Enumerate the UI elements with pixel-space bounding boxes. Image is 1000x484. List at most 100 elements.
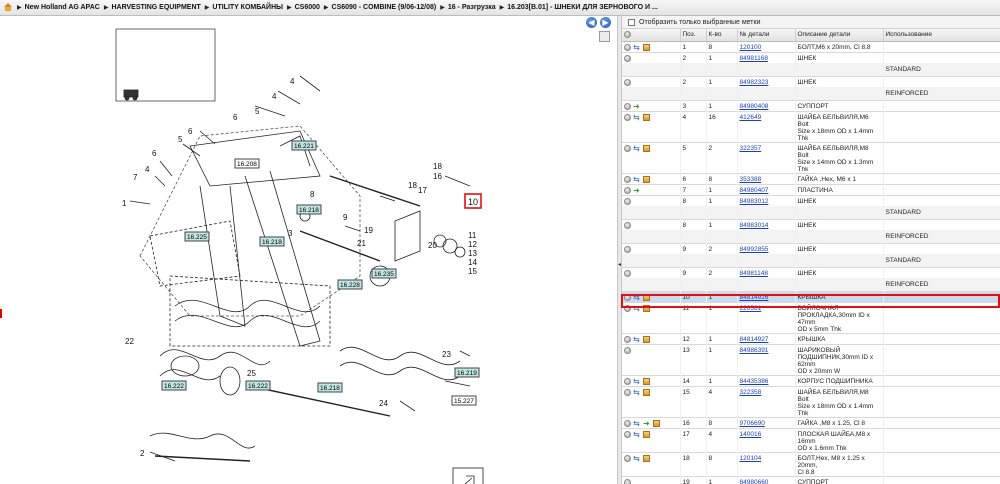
table-row[interactable]: ⇆ 18 8 120104 БОЛТ,Hex, M8 x 1.25 x 20mm, Cl …	[622, 451, 1000, 476]
table-row[interactable]: ➜ 3 1 84980408 СУППОРТ	[622, 99, 1000, 111]
part-number-link[interactable]: 84814927	[740, 336, 769, 343]
part-number-link[interactable]: 84980408	[740, 103, 769, 110]
info-icon[interactable]	[624, 377, 631, 385]
forward-arrow-icon[interactable]: ➜	[643, 419, 651, 427]
part-number-link[interactable]: 353388	[740, 176, 762, 183]
breadcrumb-item[interactable]: New Holland AG APAC	[25, 4, 100, 11]
part-number-link[interactable]: 84983014	[740, 222, 769, 229]
part-number-link[interactable]: 322357	[740, 145, 762, 152]
info-icon[interactable]	[624, 478, 631, 484]
info-icon[interactable]	[624, 454, 631, 462]
col-usage[interactable]: Использование	[883, 29, 1000, 42]
part-number-link[interactable]: 140016	[740, 431, 762, 438]
add-to-cart-icon[interactable]	[643, 454, 650, 462]
info-icon[interactable]	[624, 388, 631, 396]
replace-arrows-icon[interactable]: ⇆	[633, 113, 641, 121]
col-desc[interactable]: Описание детали	[795, 29, 884, 42]
table-row[interactable]: ⇆ 17 4 140016 ПЛОСКАЯ ШАЙБА,M8 x 16mm OD x 1.…	[622, 427, 1000, 452]
part-number-link[interactable]: 322358	[740, 389, 762, 396]
add-to-cart-icon[interactable]	[643, 43, 650, 51]
table-row[interactable]: 13 1 84986391 ШАРИКОВЫЙ ПОДШИПНИК,30mm ID x …	[622, 343, 1000, 375]
table-row[interactable]: ⇆ 5 2 322357 ШАЙБА БЕЛЬВИЛЯ,M8 Bolt Size x 14…	[622, 141, 1000, 173]
add-to-cart-icon[interactable]	[643, 293, 650, 301]
replace-arrows-icon[interactable]: ⇆	[633, 175, 641, 183]
add-to-cart-icon[interactable]	[643, 175, 650, 183]
table-row[interactable]: ➜ 7 1 84980407 ПЛАСТИНА	[622, 183, 1000, 195]
part-number-link[interactable]: 220561	[740, 305, 762, 312]
info-icon[interactable]	[624, 221, 631, 229]
add-to-cart-icon[interactable]	[643, 377, 650, 385]
info-icon[interactable]	[624, 43, 631, 51]
part-number-link[interactable]: 84982323	[740, 79, 769, 86]
add-to-cart-icon[interactable]	[643, 304, 650, 312]
part-number-link[interactable]: 84981168	[740, 55, 768, 62]
info-icon[interactable]	[624, 335, 631, 343]
col-pos[interactable]: Поз.	[680, 29, 707, 42]
table-row[interactable]: 8 1 84983014 ШНЕК	[622, 218, 1000, 230]
table-row[interactable]: 2 1 84981168 ШНЕК	[622, 51, 1000, 63]
replace-arrows-icon[interactable]: ⇆	[633, 335, 641, 343]
part-number-link[interactable]: 84980660	[740, 479, 769, 484]
info-icon[interactable]	[624, 54, 631, 62]
table-row[interactable]: 9 2 84992855 ШНЕК	[622, 242, 1000, 254]
info-icon[interactable]	[624, 144, 631, 152]
table-row[interactable]: ⇆ 4 16 412649 ШАЙБА БЕЛЬВИЛЯ,M6 Bolt Size x 1…	[622, 110, 1000, 142]
info-icon[interactable]	[624, 245, 631, 253]
add-to-cart-icon[interactable]	[643, 335, 650, 343]
table-row[interactable]: 2 1 84982323 ШНЕК	[622, 75, 1000, 87]
replace-arrows-icon[interactable]: ⇆	[633, 419, 641, 427]
replace-arrows-icon[interactable]: ⇆	[633, 293, 641, 301]
table-row[interactable]: ⇆ 10 1 84814926 КРЫШКА	[622, 290, 1000, 302]
replace-arrows-icon[interactable]: ⇆	[633, 144, 641, 152]
info-icon[interactable]	[624, 293, 631, 301]
part-number-link[interactable]: 120100	[740, 44, 762, 51]
table-row[interactable]: 8 1 84983012 ШНЕК	[622, 194, 1000, 206]
forward-arrow-icon[interactable]: ➜	[633, 186, 641, 194]
table-row[interactable]: ⇆ ➜ 16 8 9706690 ГАЙКА ,M8 x 1.25, Cl 8	[622, 416, 1000, 428]
part-number-link[interactable]: 120104	[740, 455, 762, 462]
show-selected-checkbox[interactable]	[628, 18, 635, 26]
add-to-cart-icon[interactable]	[653, 419, 660, 427]
part-number-link[interactable]: 84435386	[740, 378, 769, 385]
info-icon[interactable]	[624, 186, 631, 194]
replace-arrows-icon[interactable]: ⇆	[633, 377, 641, 385]
info-icon[interactable]	[624, 304, 631, 312]
add-to-cart-icon[interactable]	[643, 388, 650, 396]
part-number-link[interactable]: 84814926	[740, 294, 769, 301]
col-qty[interactable]: К-во	[706, 29, 738, 42]
part-number-link[interactable]: 84992855	[740, 246, 769, 253]
replace-arrows-icon[interactable]: ⇆	[633, 304, 641, 312]
info-icon[interactable]	[624, 430, 631, 438]
table-row[interactable]: ⇆ 11 1 220561 ВОЙЛОЧНАЯ ПРОКЛАДКА,30mm ID x 4…	[622, 301, 1000, 333]
part-number-link[interactable]: 9706690	[740, 420, 765, 427]
settings-icon[interactable]	[624, 31, 631, 39]
breadcrumb-item[interactable]: UTILITY КОМБАЙНЫ	[212, 4, 283, 11]
part-number-link[interactable]: 412649	[740, 114, 762, 121]
table-row[interactable]: 9 2 84981148 ШНЕК	[622, 266, 1000, 278]
info-icon[interactable]	[624, 419, 631, 427]
part-number-link[interactable]: 84983012	[740, 198, 769, 205]
col-part-no[interactable]: № детали	[737, 29, 796, 42]
add-to-cart-icon[interactable]	[643, 430, 650, 438]
info-icon[interactable]	[624, 197, 631, 205]
table-row[interactable]: ⇆ 15 4 322358 ШАЙБА БЕЛЬВИЛЯ,M8 Bolt Size x 1…	[622, 385, 1000, 417]
table-row[interactable]: 19 1 84980660 СУППОРТ	[622, 475, 1000, 484]
replace-arrows-icon[interactable]: ⇆	[633, 430, 641, 438]
breadcrumb-item[interactable]: HARVESTING EQUIPMENT	[111, 4, 200, 11]
breadcrumb-item[interactable]: CS6000	[295, 4, 320, 11]
info-icon[interactable]	[624, 102, 631, 110]
home-icon[interactable]	[3, 3, 13, 12]
breadcrumb-item[interactable]: 16.203[B.01] - ШНЕКИ ДЛЯ ЗЕРНОВОГО И ...	[507, 4, 658, 11]
add-to-cart-icon[interactable]	[643, 113, 650, 121]
breadcrumb-item[interactable]: CS6090 - COMBINE (9/06-12/08)	[332, 4, 437, 11]
replace-arrows-icon[interactable]: ⇆	[633, 43, 641, 51]
replace-arrows-icon[interactable]: ⇆	[633, 454, 641, 462]
forward-arrow-icon[interactable]: ➜	[633, 102, 641, 110]
part-number-link[interactable]: 84980407	[740, 187, 769, 194]
add-to-cart-icon[interactable]	[643, 144, 650, 152]
replace-arrows-icon[interactable]: ⇆	[633, 388, 641, 396]
info-icon[interactable]	[624, 175, 631, 183]
table-row[interactable]: ⇆ 14 1 84435386 КОРПУС ПОДШИПНИКА	[622, 374, 1000, 386]
part-number-link[interactable]: 84981148	[740, 270, 768, 277]
info-icon[interactable]	[624, 113, 631, 121]
